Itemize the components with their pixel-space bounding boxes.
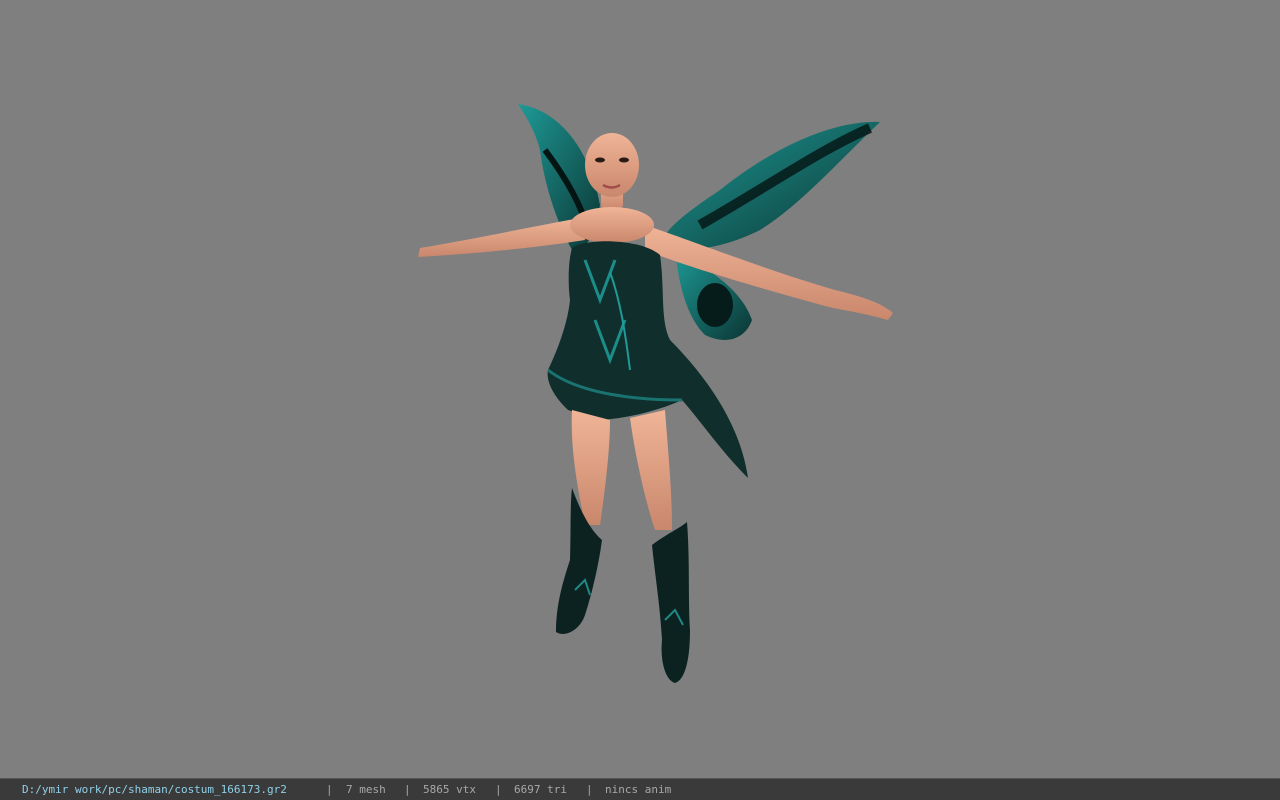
separator: |: [326, 783, 333, 796]
character-model: [418, 104, 893, 683]
left-arm: [418, 218, 585, 257]
right-boot: [652, 522, 690, 683]
status-bar: D:/ymir work/pc/shaman/costum_166173.gr2…: [0, 778, 1280, 800]
triangle-count: 6697 tri: [514, 783, 567, 796]
vertex-count: 5865 vtx: [423, 783, 476, 796]
file-path: D:/ymir work/pc/shaman/costum_166173.gr2: [22, 783, 287, 796]
separator: |: [586, 783, 593, 796]
animation-status: nincs anim: [605, 783, 672, 796]
separator: |: [495, 783, 502, 796]
separator: |: [404, 783, 411, 796]
right-leg: [630, 410, 672, 530]
mesh-count: 7 mesh: [346, 783, 386, 796]
3d-viewport[interactable]: [0, 0, 1280, 778]
